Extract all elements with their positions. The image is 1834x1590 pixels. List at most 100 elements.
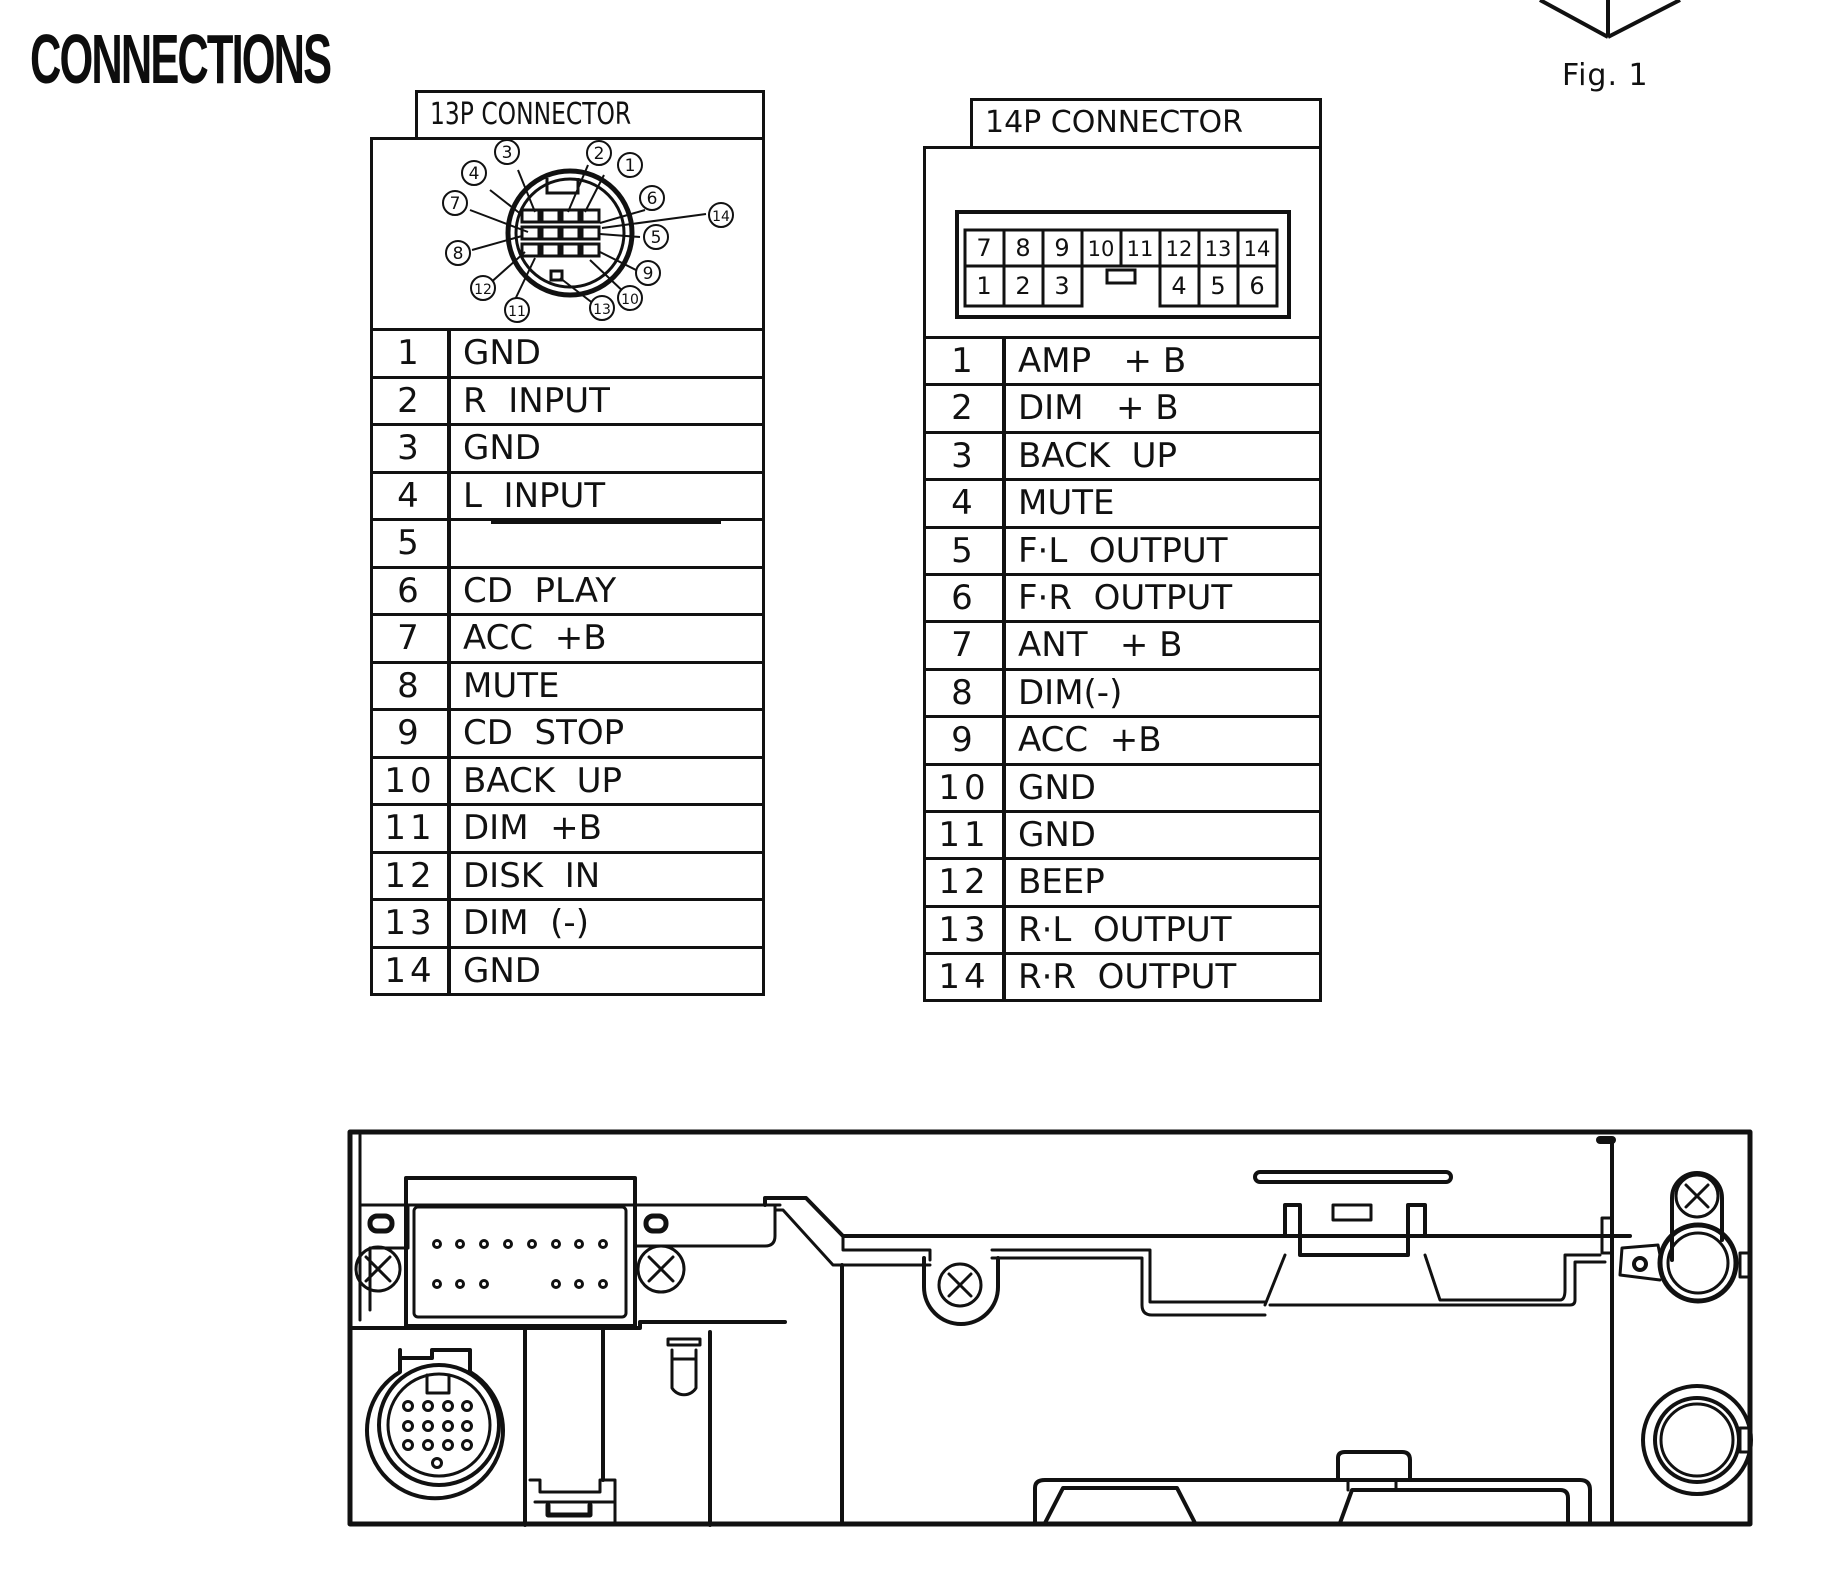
pin-row: 7 ACC +B xyxy=(373,613,762,661)
bubble-label-7: 7 xyxy=(450,194,461,214)
pin-number: 2 xyxy=(926,386,1006,431)
screw-icon xyxy=(1674,1173,1720,1219)
middle-recess xyxy=(990,1256,1267,1317)
bubble-label-2: 2 xyxy=(594,144,605,164)
pin-row: 4 L INPUT xyxy=(373,470,762,518)
bubble-label-6: 6 xyxy=(647,189,658,209)
plug-14p-face xyxy=(412,1205,628,1319)
pin-signal: R·L OUTPUT xyxy=(1018,909,1232,950)
top-rail-step xyxy=(841,1234,932,1262)
bubble-label-4: 4 xyxy=(469,164,480,184)
plug-pin-label: 11 xyxy=(1127,237,1154,261)
pin-signal: GND xyxy=(1018,814,1096,855)
pin-hole xyxy=(479,1239,489,1249)
pin-hole xyxy=(431,1457,443,1469)
pin-hole xyxy=(442,1420,454,1432)
pin-row: 12 DISK IN xyxy=(373,850,762,898)
pin-hole xyxy=(422,1420,434,1432)
page-title: CONNECTIONS xyxy=(30,20,332,98)
pin-hole xyxy=(574,1279,584,1289)
connector-14p-label-tab: 14P CONNECTOR xyxy=(970,98,1322,148)
indicator-body xyxy=(670,1348,698,1397)
bubble-label-8: 8 xyxy=(453,244,464,264)
round-13p-connector-icon: 1 2 3 4 5 6 7 8 9 10 11 12 13 14 xyxy=(442,140,734,323)
lower-jack-inner xyxy=(1659,1402,1735,1478)
pin-number: 4 xyxy=(926,481,1006,526)
bubble-label-14: 14 xyxy=(712,209,730,225)
pin-number: 3 xyxy=(926,433,1006,479)
connector-14p-pin-table: 1 AMP + B 2 DIM + B 3 BACK UP 4 MUTE 5 F·L OUTPUT… xyxy=(923,336,1322,1003)
pin-number: 6 xyxy=(926,575,1006,621)
top-tab-bevel-left xyxy=(1263,1253,1287,1307)
pin-number: 5 xyxy=(926,528,1006,573)
pin-number: 12 xyxy=(926,860,1006,905)
bubble-label-3: 3 xyxy=(502,143,513,163)
pin-signal: GND xyxy=(1018,767,1096,808)
connector-13p-pin-table: 1 GND 2 R INPUT 3 GND 4 L INPUT 5 6 CD PLAY 7 ACC +B… xyxy=(370,328,765,996)
plug-latch xyxy=(1105,268,1137,285)
pin-hole xyxy=(402,1400,414,1412)
plug-14p-pin-holes xyxy=(432,1239,608,1289)
lower-jack-middle xyxy=(1653,1396,1741,1484)
pin-row: 1 AMP + B xyxy=(926,336,1319,384)
plug-pin-label: 7 xyxy=(976,234,991,262)
plug-pin-label: 1 xyxy=(976,272,991,300)
pin-row: 7 ANT + B xyxy=(926,620,1319,668)
pin-signal: ACC +B xyxy=(1018,720,1162,761)
pin-signal: CD STOP xyxy=(463,713,625,753)
round-socket-pin-holes xyxy=(402,1400,473,1469)
plug-pin-label: 3 xyxy=(1054,272,1069,300)
connector-14p-diagram-box: 7 8 9 10 11 12 13 14 1 2 3 4 5 6 xyxy=(923,146,1322,339)
top-rail-outer xyxy=(763,1196,1632,1238)
indicator-cap xyxy=(666,1337,702,1347)
pin-signal: DIM (-) xyxy=(463,903,589,943)
unused-pin-dash xyxy=(491,521,721,524)
plug-pin-label: 9 xyxy=(1054,234,1069,262)
pin-row: 14 R·R OUTPUT xyxy=(926,952,1319,1000)
pin-number: 13 xyxy=(926,907,1006,953)
bubble-label-11: 11 xyxy=(508,304,526,320)
pin-hole xyxy=(461,1420,473,1432)
pin-number: 2 xyxy=(373,378,451,423)
pin-row: 6 CD PLAY xyxy=(373,565,762,613)
pin-row: 12 BEEP xyxy=(926,857,1319,905)
pin-row: 4 MUTE xyxy=(926,478,1319,526)
bubble-label-13: 13 xyxy=(593,302,611,318)
pin-row: 3 GND xyxy=(373,423,762,471)
pin-hole xyxy=(455,1239,465,1249)
pin-hole xyxy=(551,1239,561,1249)
pin-number: 5 xyxy=(373,521,451,566)
pin-number: 4 xyxy=(373,473,451,518)
pin-number: 9 xyxy=(373,711,451,756)
pin-hole xyxy=(402,1439,414,1451)
pin-row: 11 GND xyxy=(926,809,1319,858)
figure-label: Fig. 1 xyxy=(1562,58,1649,93)
pin-signal: R INPUT xyxy=(463,380,610,421)
plug-pin-label: 5 xyxy=(1210,272,1225,300)
connector-13p-label-tab: 13P CONNECTOR xyxy=(415,90,765,138)
pin-signal: MUTE xyxy=(1018,483,1115,524)
pin-row: 2 R INPUT xyxy=(373,375,762,423)
pin-signal: MUTE xyxy=(463,665,560,706)
pin-signal: GND xyxy=(463,428,541,468)
screw-icon xyxy=(354,1245,402,1293)
plug-pin-label: 8 xyxy=(1015,234,1030,262)
pin-number: 8 xyxy=(926,670,1006,716)
pin-number: 6 xyxy=(373,568,451,613)
pin-signal: F·R OUTPUT xyxy=(1018,577,1233,618)
pin-row: 2 DIM + B xyxy=(926,383,1319,431)
pin-number: 14 xyxy=(373,948,451,993)
cube-edge-left xyxy=(1539,0,1609,39)
pin-signal: DIM(-) xyxy=(1018,672,1123,713)
connector-pin-grid xyxy=(520,208,601,282)
pin-hole xyxy=(442,1439,454,1451)
pin-number: 10 xyxy=(373,758,451,803)
pin-row: 5 F·L OUTPUT xyxy=(926,525,1319,573)
bubble-label-1: 1 xyxy=(625,156,636,176)
round-socket-key xyxy=(425,1373,451,1395)
pin-row: 10 GND xyxy=(926,762,1319,810)
plug-pin-label: 14 xyxy=(1244,237,1271,261)
pin-row: 8 MUTE xyxy=(373,660,762,708)
pin-hole xyxy=(598,1239,608,1249)
plug-pin-label: 10 xyxy=(1088,237,1115,261)
